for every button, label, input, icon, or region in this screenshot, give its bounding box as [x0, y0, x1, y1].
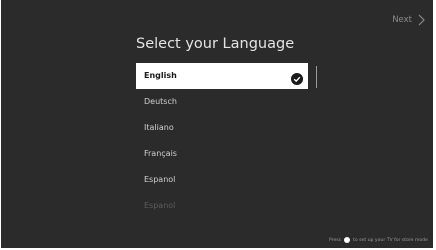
language-option-label: Espanol: [144, 201, 176, 210]
language-option-label: Italiano: [144, 123, 174, 132]
language-option-label: Français: [144, 149, 177, 158]
chevron-right-icon: [418, 14, 425, 26]
language-option-deutsch[interactable]: Deutsch: [136, 89, 308, 115]
language-option-espanol[interactable]: Espanol: [136, 167, 308, 193]
next-button[interactable]: Next: [392, 11, 425, 29]
language-option-label: English: [144, 71, 177, 80]
language-option-francais[interactable]: Français: [136, 141, 308, 167]
language-setup-screen: Next Select your Language English Deutsc…: [1, 0, 433, 248]
checkmark-icon: [291, 70, 303, 85]
language-option-italiano[interactable]: Italiano: [136, 115, 308, 141]
language-list: English Deutsch Italiano Français Espano…: [136, 63, 308, 219]
footer-text-before: Press: [328, 237, 342, 243]
language-option-label: Espanol: [144, 175, 176, 184]
language-option-label: Deutsch: [144, 97, 177, 106]
remote-button-icon: [344, 237, 351, 243]
language-option-espanol-faded[interactable]: Espanol: [136, 193, 308, 219]
footer-text-after: to set up your TV for store mode: [353, 237, 428, 243]
page-title: Select your Language: [136, 36, 295, 52]
next-label: Next: [392, 15, 412, 25]
scrollbar[interactable]: [316, 66, 317, 88]
store-mode-hint: Press to set up your TV for store mode: [329, 237, 428, 243]
language-option-english[interactable]: English: [136, 63, 308, 89]
